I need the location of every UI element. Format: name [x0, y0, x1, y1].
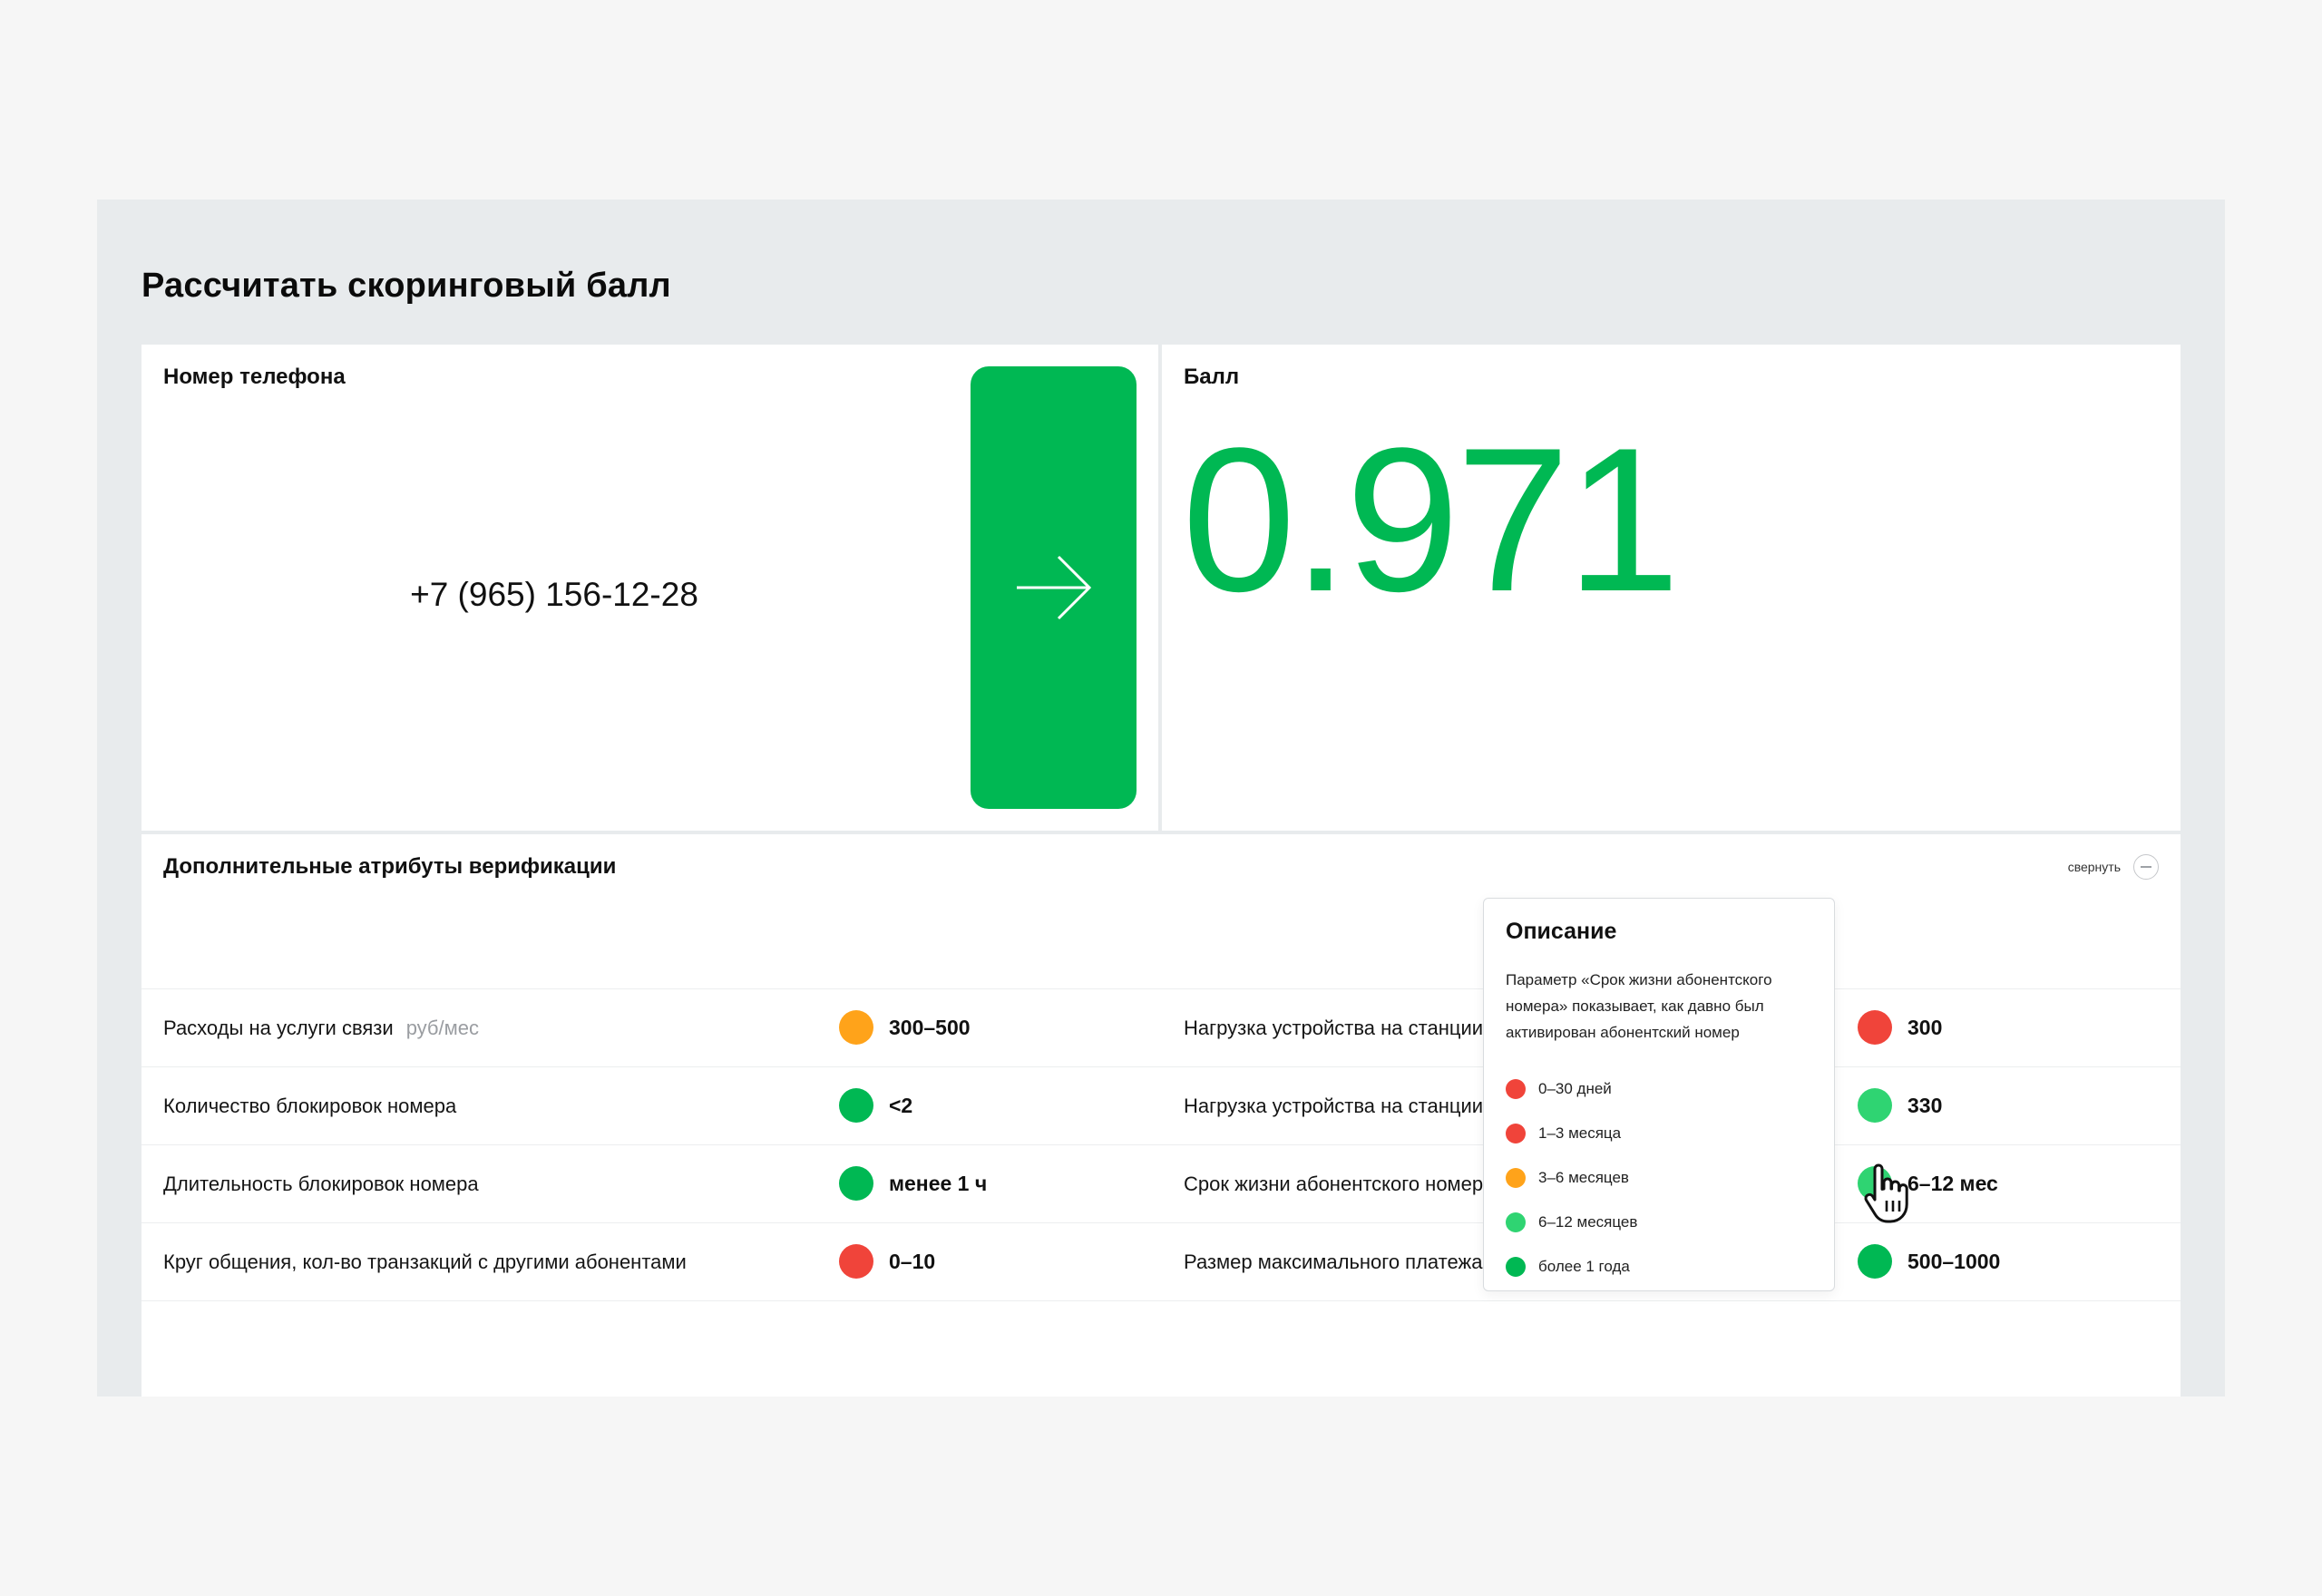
table-row: Количество блокировок номера <2 Нагрузка… [141, 1066, 2181, 1144]
table-row: Расходы на услуги связи руб/мес 300–500 … [141, 988, 2181, 1066]
legend-label: 1–3 месяца [1538, 1124, 1622, 1142]
legend-label: 6–12 месяцев [1538, 1212, 1638, 1231]
calculate-button[interactable] [971, 366, 1137, 809]
page-title: Рассчитать скоринговый балл [141, 267, 671, 305]
legend-item: 0–30 дней [1506, 1066, 1637, 1111]
score-card: Балл 0.971 [1162, 345, 2181, 831]
tooltip-title: Описание [1506, 919, 1617, 944]
attribute-label: Круг общения, кол-во транзакций с другим… [163, 1250, 687, 1273]
attribute-label: Длительность блокировок номера [163, 1172, 479, 1195]
status-dot-icon [839, 1010, 873, 1045]
legend-dot-icon [1506, 1167, 1526, 1188]
description-tooltip: Описание Параметр «Срок жизни абонентско… [1483, 898, 1835, 1291]
legend-dot-icon [1506, 1078, 1526, 1099]
score-label: Балл [1184, 365, 1240, 389]
attribute-value: 300–500 [889, 1016, 971, 1039]
arrow-right-icon [1016, 555, 1091, 620]
legend-dot-icon [1506, 1123, 1526, 1143]
attribute-value: 0–10 [889, 1250, 936, 1273]
attribute-label: Расходы на услуги связи руб/мес [163, 989, 479, 1066]
attribute-label: Количество блокировок номера [163, 1094, 457, 1117]
collapse-label: свернуть [2067, 860, 2121, 874]
legend-item: 3–6 месяцев [1506, 1155, 1637, 1200]
tooltip-legend: 0–30 дней 1–3 месяца 3–6 месяцев 6–12 ме… [1506, 1066, 1637, 1289]
legend-label: 3–6 месяцев [1538, 1168, 1629, 1186]
minus-circle-icon [2133, 854, 2159, 880]
collapse-button[interactable]: свернуть [2068, 854, 2159, 880]
legend-item: 1–3 месяца [1506, 1111, 1637, 1155]
legend-dot-icon [1506, 1212, 1526, 1232]
score-value: 0.971 [1182, 404, 1681, 634]
status-dot-icon [839, 1166, 873, 1201]
legend-dot-icon [1506, 1256, 1526, 1277]
legend-label: более 1 года [1538, 1257, 1630, 1275]
attribute-value: 330 [1907, 1094, 1943, 1117]
status-dot-icon[interactable] [1858, 1088, 1892, 1123]
attributes-title: Дополнительные атрибуты верификации [163, 854, 617, 879]
legend-item: более 1 года [1506, 1244, 1637, 1289]
attribute-value: 6–12 мес [1907, 1172, 1998, 1195]
attributes-table: Расходы на услуги связи руб/мес 300–500 … [141, 988, 2181, 1301]
attribute-value: 500–1000 [1907, 1250, 2001, 1273]
attributes-card: Дополнительные атрибуты верификации свер… [141, 834, 2181, 1396]
attribute-label-text: Расходы на услуги связи [163, 1016, 394, 1039]
phone-card: Номер телефона +7 (965) 156-12-28 [141, 345, 1158, 831]
status-dot-icon [839, 1244, 873, 1279]
legend-item: 6–12 месяцев [1506, 1200, 1637, 1244]
status-dot-icon [839, 1088, 873, 1123]
status-dot-icon[interactable] [1858, 1010, 1892, 1045]
phone-label: Номер телефона [163, 365, 346, 389]
table-row: Круг общения, кол-во транзакций с другим… [141, 1222, 2181, 1301]
phone-number-input[interactable]: +7 (965) 156-12-28 [141, 576, 967, 614]
attribute-value: <2 [889, 1094, 913, 1117]
legend-label: 0–30 дней [1538, 1079, 1612, 1097]
hand-pointer-icon [1864, 1163, 1908, 1223]
attribute-value: 300 [1907, 1016, 1943, 1039]
attribute-value: менее 1 ч [889, 1172, 988, 1195]
status-dot-icon[interactable] [1858, 1244, 1892, 1279]
attribute-unit: руб/мес [405, 1016, 479, 1039]
tooltip-text: Параметр «Срок жизни абонентского номера… [1506, 971, 1772, 1041]
